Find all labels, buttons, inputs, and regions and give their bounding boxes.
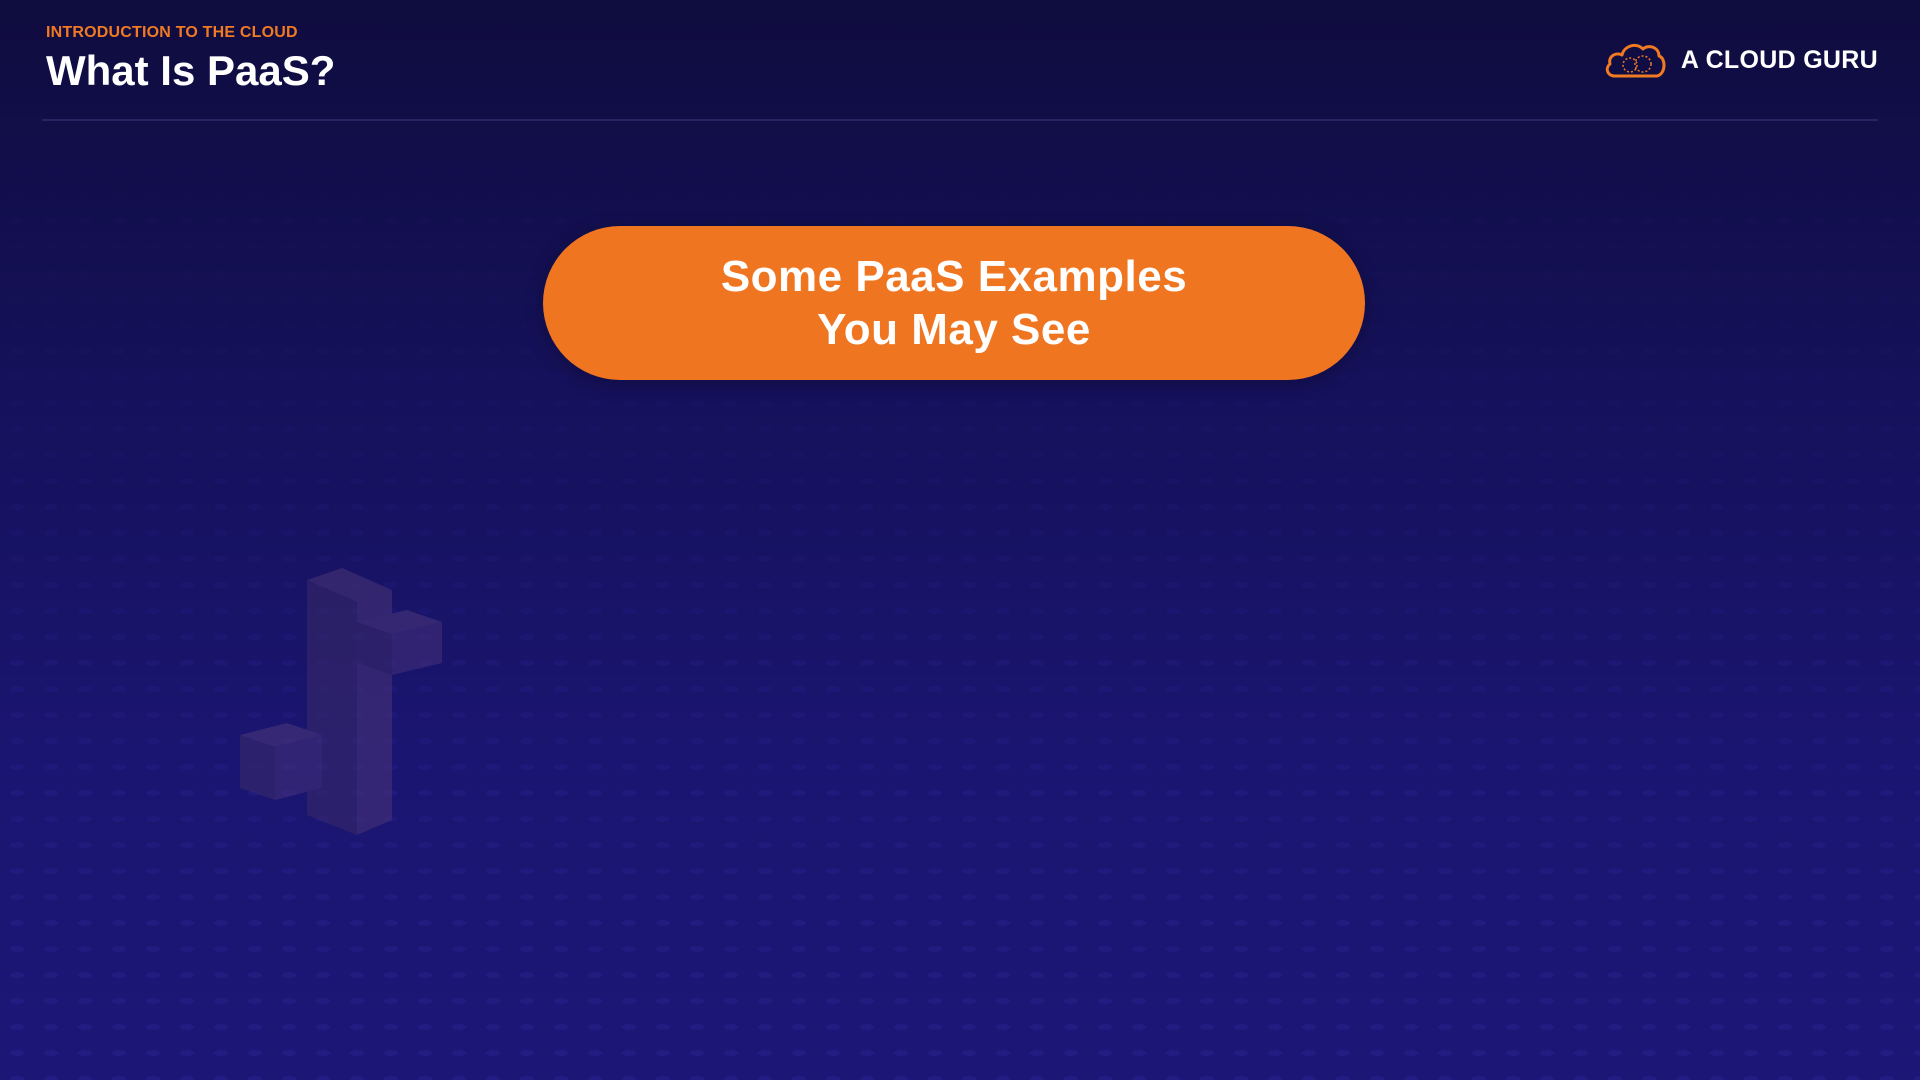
brand: A CLOUD GURU — [1603, 38, 1878, 82]
section-title-banner: Some PaaS Examples You May See — [543, 226, 1365, 380]
slide-header: INTRODUCTION TO THE CLOUD What Is PaaS? — [46, 24, 335, 96]
cloud-icon — [1605, 43, 1666, 78]
brand-name: A CLOUD GURU — [1680, 45, 1878, 74]
banner-line-1: Some PaaS Examples — [720, 252, 1188, 301]
elastic-beanstalk-blocks-icon — [240, 568, 442, 835]
section-subtitle: INTRODUCTION TO THE CLOUD — [46, 24, 298, 41]
page-title: What Is PaaS? — [46, 47, 336, 94]
background-dot-pattern — [0, 130, 1920, 1080]
header-divider — [42, 119, 1878, 121]
banner-line-2: You May See — [817, 305, 1091, 354]
